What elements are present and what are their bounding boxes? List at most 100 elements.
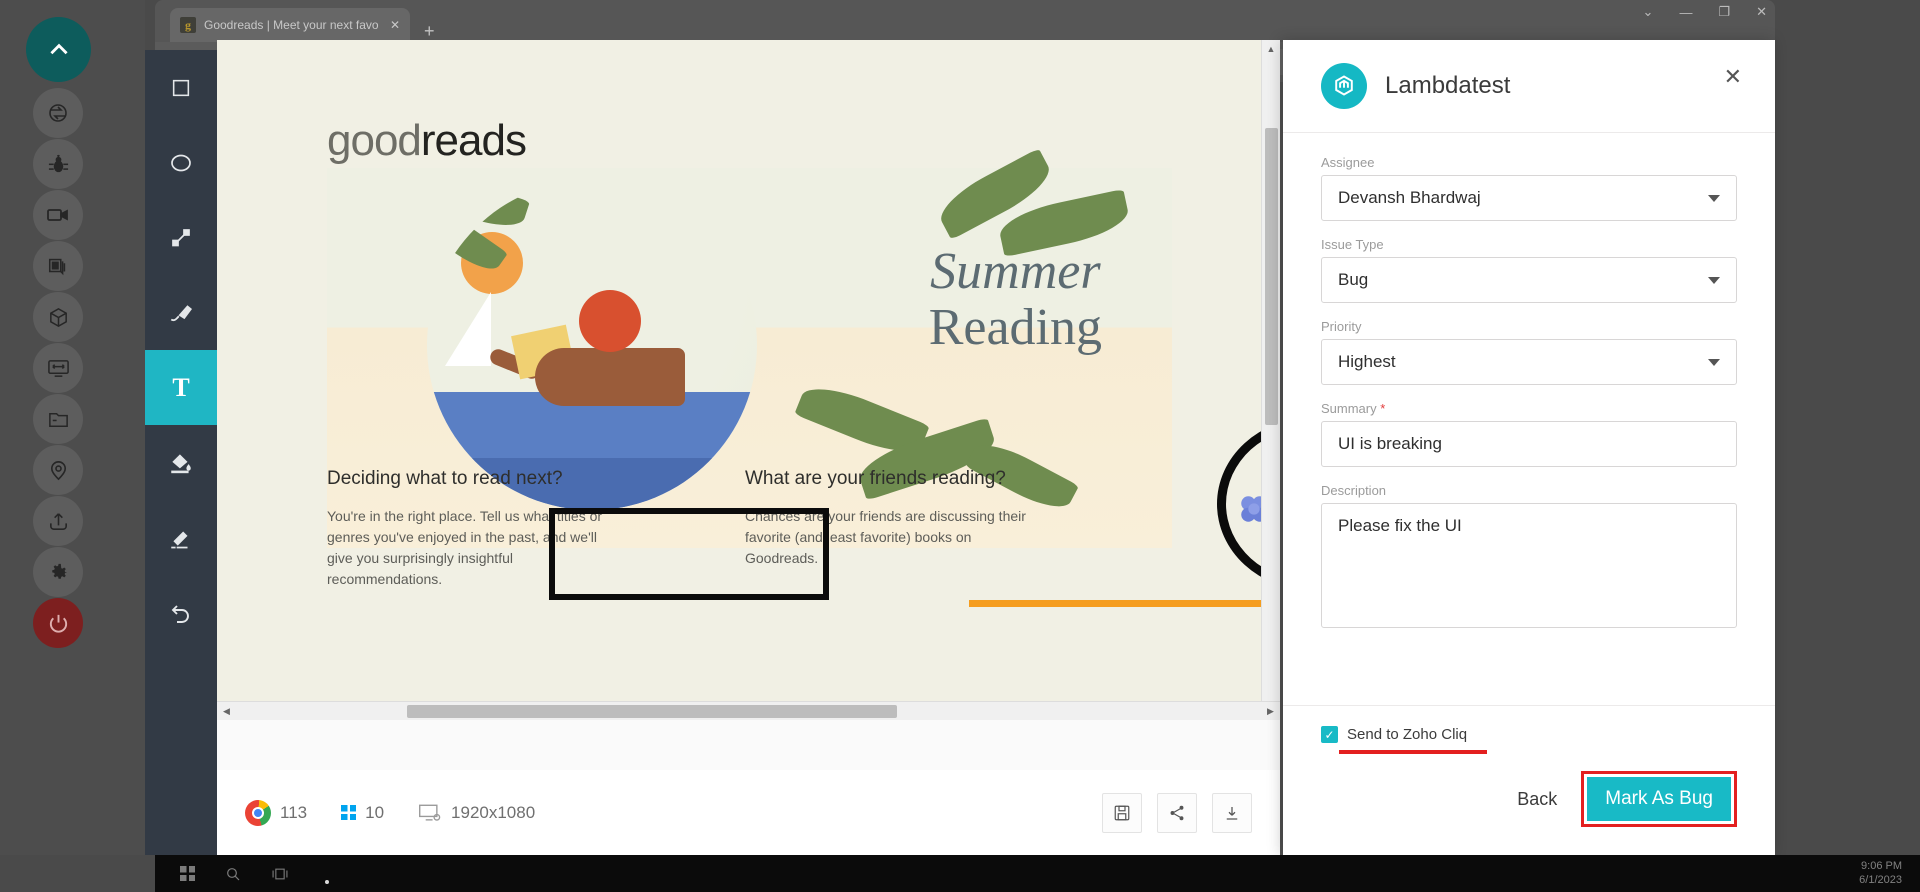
- browser-tabstrip: g Goodreads | Meet your next favo ✕ + ⌄ …: [155, 0, 1775, 42]
- browser-tab[interactable]: g Goodreads | Meet your next favo ✕: [170, 8, 410, 42]
- chevron-down-icon: [1708, 276, 1720, 284]
- app-rail: [0, 0, 145, 855]
- column-heading: Deciding what to read next?: [327, 468, 563, 489]
- column-heading: What are your friends reading?: [745, 468, 1006, 489]
- panel-footer: ✓ Send to Zoho Cliq Back Mark As Bug: [1283, 705, 1775, 855]
- scroll-up-icon[interactable]: ▲: [1262, 40, 1280, 58]
- power-icon: [49, 614, 67, 633]
- minimize-icon[interactable]: —: [1679, 5, 1692, 20]
- lambdatest-rail-logo[interactable]: [26, 17, 91, 82]
- sidebar-item-upload[interactable]: [33, 496, 83, 546]
- panel-title: Lambdatest: [1385, 72, 1511, 99]
- hero-title-line2: Reading: [928, 299, 1102, 356]
- browser-tab-title: Goodreads | Meet your next favo: [204, 18, 379, 32]
- sidebar-item-apps[interactable]: [33, 292, 83, 342]
- upload-icon: [49, 512, 67, 530]
- goodreads-logo-thin: good: [327, 116, 422, 165]
- summary-label: Summary *: [1321, 401, 1386, 416]
- monitor-resize-icon: [47, 359, 69, 377]
- sidebar-item-bug[interactable]: [33, 139, 83, 189]
- text-icon: T: [172, 372, 190, 402]
- assignee-value: Devansh Bhardwaj: [1338, 188, 1481, 207]
- zoho-cliq-checkbox-row[interactable]: ✓ Send to Zoho Cliq: [1321, 726, 1487, 754]
- screenshot-canvas[interactable]: goodreads Summer Reading Deciding what t…: [217, 40, 1280, 855]
- windows-start-icon[interactable]: [180, 866, 195, 881]
- tool-ellipse[interactable]: [145, 125, 217, 200]
- gear-icon: [51, 563, 67, 579]
- video-camera-icon: [47, 209, 68, 221]
- checkbox[interactable]: ✓: [1321, 726, 1338, 743]
- tool-pencil[interactable]: [145, 275, 217, 350]
- hero-title: Summer Reading: [929, 246, 1102, 358]
- sidebar-item-resolution[interactable]: [33, 343, 83, 393]
- priority-label: Priority: [1321, 319, 1362, 334]
- sidebar-item-record[interactable]: [33, 190, 83, 240]
- lambdatest-logo-icon: [1321, 63, 1367, 109]
- environment-info: 113 10 1920x1080: [245, 799, 535, 826]
- download-button[interactable]: [1212, 792, 1252, 833]
- panel-buttons: Back Mark As Bug: [1321, 771, 1737, 827]
- assignee-label: Assignee: [1321, 155, 1375, 170]
- captured-page: goodreads Summer Reading Deciding what t…: [217, 40, 1280, 720]
- new-tab-button[interactable]: +: [424, 21, 435, 42]
- issue-type-select[interactable]: Bug: [1321, 257, 1737, 303]
- search-icon[interactable]: [225, 866, 241, 882]
- canvas-horizontal-scrollbar[interactable]: ◀ ▶: [217, 701, 1280, 720]
- maximize-icon[interactable]: ❐: [1718, 4, 1730, 20]
- monitor-icon: [419, 804, 441, 821]
- chrome-icon: [245, 799, 271, 826]
- vertical-scroll-thumb[interactable]: [1265, 128, 1278, 425]
- tool-eraser[interactable]: [145, 500, 217, 575]
- chevron-down-icon: [1708, 358, 1720, 366]
- undo-icon: [171, 604, 189, 623]
- sidebar-item-files[interactable]: [33, 394, 83, 444]
- summary-input[interactable]: [1321, 421, 1737, 467]
- sidebar-item-realtime[interactable]: [33, 88, 83, 138]
- scroll-left-icon[interactable]: ◀: [217, 702, 236, 721]
- os-version-label: 10: [365, 802, 385, 822]
- screen: g Goodreads | Meet your next favo ✕ + ⌄ …: [0, 0, 1920, 892]
- summary-field-group: Summary *: [1321, 401, 1737, 467]
- save-button[interactable]: [1102, 792, 1142, 833]
- bug-form: Assignee Devansh Bhardwaj Issue Type Bug…: [1283, 133, 1775, 633]
- column-deciding: Deciding what to read next? You're in th…: [327, 468, 617, 590]
- annotation-underline-red: [1339, 750, 1487, 754]
- hero-illustration: [427, 180, 757, 510]
- eraser-icon: [171, 531, 188, 548]
- browser-version-label: 113: [280, 802, 308, 822]
- close-icon[interactable]: ✕: [1724, 66, 1742, 88]
- tool-text[interactable]: T: [145, 350, 217, 425]
- share-button[interactable]: [1157, 792, 1197, 833]
- os-version-item: 10: [341, 803, 384, 823]
- assignee-select[interactable]: Devansh Bhardwaj: [1321, 175, 1737, 221]
- mark-as-bug-button[interactable]: Mark As Bug: [1587, 777, 1731, 821]
- close-icon[interactable]: ✕: [390, 18, 400, 32]
- priority-select[interactable]: Highest: [1321, 339, 1737, 385]
- close-window-icon[interactable]: ✕: [1756, 4, 1767, 20]
- taskbar-clock[interactable]: 9:06 PM 6/1/2023: [1859, 855, 1902, 892]
- tool-line[interactable]: [145, 200, 217, 275]
- canvas-vertical-scrollbar[interactable]: ▲: [1261, 40, 1280, 720]
- tool-undo[interactable]: [145, 575, 217, 650]
- chevron-down-icon[interactable]: ⌄: [1643, 4, 1654, 20]
- column-body: Chances are your friends are discussing …: [745, 508, 1026, 566]
- paint-bucket-icon: [171, 453, 191, 473]
- horizontal-scroll-thumb[interactable]: [407, 705, 897, 718]
- priority-field-group: Priority Highest: [1321, 319, 1737, 385]
- back-button[interactable]: Back: [1503, 779, 1571, 820]
- annotation-underline: [969, 600, 1269, 607]
- download-icon: [1226, 806, 1238, 820]
- save-disk-icon: [1114, 805, 1130, 820]
- task-view-icon[interactable]: [271, 866, 289, 882]
- sidebar-item-settings[interactable]: [33, 547, 83, 597]
- tool-fill[interactable]: [145, 425, 217, 500]
- tool-rectangle[interactable]: [145, 50, 217, 125]
- scroll-right-icon[interactable]: ▶: [1261, 702, 1280, 721]
- goodreads-favicon: g: [180, 17, 196, 33]
- sidebar-item-screenshots[interactable]: [33, 241, 83, 291]
- description-textarea[interactable]: [1321, 503, 1737, 628]
- sidebar-item-stop[interactable]: [33, 598, 83, 648]
- sidebar-item-geolocation[interactable]: [33, 445, 83, 495]
- assignee-field-group: Assignee Devansh Bhardwaj: [1321, 155, 1737, 221]
- folder-icon: [48, 412, 68, 427]
